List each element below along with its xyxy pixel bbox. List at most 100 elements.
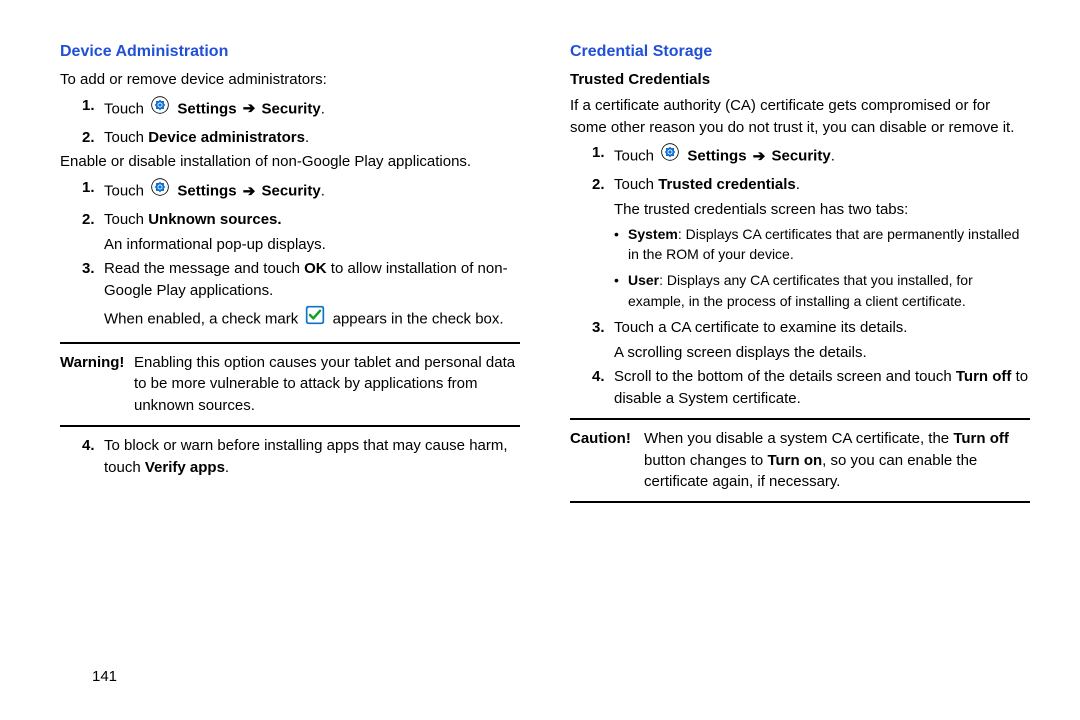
text-bold: Turn off <box>956 368 1012 385</box>
step-body: To block or warn before installing apps … <box>104 435 520 479</box>
para-intro: To add or remove device administrators: <box>60 69 520 91</box>
step-1: 1. Touch Settings ➔ Security. <box>60 95 520 124</box>
arrow-icon: ➔ <box>243 100 256 117</box>
text: : Displays CA certificates that are perm… <box>628 226 1019 262</box>
bullet-dot: • <box>614 270 628 311</box>
step-indent: An informational pop-up displays. <box>60 234 520 256</box>
divider <box>570 501 1030 503</box>
step-number: 1. <box>82 177 104 206</box>
text: . <box>796 176 800 193</box>
text-bold: Device administrators <box>148 129 305 146</box>
bullet-body: System: Displays CA certificates that ar… <box>628 224 1030 265</box>
text: Scroll to the bottom of the details scre… <box>614 368 956 385</box>
settings-icon <box>660 142 680 169</box>
subheading-trusted-credentials: Trusted Credentials <box>570 69 1030 91</box>
manual-page: Device Administration To add or remove d… <box>0 0 1080 541</box>
text: . <box>225 459 229 476</box>
step-body: Touch Settings ➔ Security. <box>104 95 520 124</box>
divider <box>60 425 520 427</box>
step-body: Touch Unknown sources. <box>104 209 520 231</box>
settings-icon <box>150 95 170 122</box>
step-1b: 1. Touch Settings ➔ Security. <box>60 177 520 206</box>
text: When you disable a system CA certificate… <box>644 430 953 447</box>
text-bold: User <box>628 272 659 288</box>
text: . <box>831 148 835 165</box>
left-column: Device Administration To add or remove d… <box>60 40 520 511</box>
bullet-user: • User: Displays any CA certificates tha… <box>570 270 1030 311</box>
step-3b: 3. Read the message and touch OK to allo… <box>60 258 520 302</box>
checkmark-icon <box>305 305 325 332</box>
step-number: 4. <box>82 435 104 479</box>
divider <box>60 342 520 344</box>
text-bold: Trusted credentials <box>658 176 796 193</box>
callout-label: Warning! <box>60 352 134 417</box>
step-body: Touch Trusted credentials. <box>614 174 1030 196</box>
text: Touch <box>104 211 148 228</box>
text: . <box>321 183 325 200</box>
step-body: Read the message and touch OK to allow i… <box>104 258 520 302</box>
para-enable-disable: Enable or disable installation of non-Go… <box>60 151 520 173</box>
warning-callout: Warning! Enabling this option causes you… <box>60 352 520 417</box>
text: Touch <box>104 129 148 146</box>
para-cert-intro: If a certificate authority (CA) certific… <box>570 95 1030 139</box>
step-r1: 1. Touch Settings ➔ Security. <box>570 142 1030 171</box>
step-4b: 4. To block or warn before installing ap… <box>60 435 520 479</box>
step-2: 2. Touch Device administrators. <box>60 127 520 149</box>
text: : Displays any CA certificates that you … <box>628 272 973 308</box>
step-indent: When enabled, a check mark appears in th… <box>60 305 520 334</box>
text-bold: Verify apps <box>145 459 225 476</box>
bullet-dot: • <box>614 224 628 265</box>
settings-icon <box>150 177 170 204</box>
step-indent: A scrolling screen displays the details. <box>570 342 1030 364</box>
right-column: Credential Storage Trusted Credentials I… <box>570 40 1030 511</box>
text-bold: Turn off <box>953 430 1009 447</box>
callout-body: When you disable a system CA certificate… <box>644 428 1030 493</box>
text: appears in the check box. <box>333 310 504 327</box>
text-bold: OK <box>304 260 327 277</box>
text: Touch <box>614 148 658 165</box>
page-number: 141 <box>92 668 117 685</box>
text-bold: Turn on <box>767 452 822 469</box>
step-number: 3. <box>82 258 104 302</box>
step-r4: 4. Scroll to the bottom of the details s… <box>570 366 1030 410</box>
step-body: Touch Device administrators. <box>104 127 520 149</box>
step-body: Scroll to the bottom of the details scre… <box>614 366 1030 410</box>
callout-body: Enabling this option causes your tablet … <box>134 352 520 417</box>
step-body: Touch a CA certificate to examine its de… <box>614 317 1030 339</box>
text: Touch <box>614 176 658 193</box>
step-number: 1. <box>592 142 614 171</box>
text: . <box>321 100 325 117</box>
text: button changes to <box>644 452 767 469</box>
step-body: Touch Settings ➔ Security. <box>614 142 1030 171</box>
step-body: Touch Settings ➔ Security. <box>104 177 520 206</box>
text-bold: Settings <box>177 100 236 117</box>
text-bold: Security <box>261 100 320 117</box>
text-bold: Settings <box>177 183 236 200</box>
text-bold: Unknown sources. <box>148 211 281 228</box>
divider <box>570 418 1030 420</box>
step-number: 2. <box>82 209 104 231</box>
step-number: 2. <box>592 174 614 196</box>
step-indent: The trusted credentials screen has two t… <box>570 199 1030 221</box>
step-number: 2. <box>82 127 104 149</box>
text: When enabled, a check mark <box>104 310 302 327</box>
bullet-system: • System: Displays CA certificates that … <box>570 224 1030 265</box>
text-bold: Security <box>771 148 830 165</box>
step-r2: 2. Touch Trusted credentials. <box>570 174 1030 196</box>
text: . <box>305 129 309 146</box>
heading-credential-storage: Credential Storage <box>570 40 1030 63</box>
callout-label: Caution! <box>570 428 644 493</box>
heading-device-administration: Device Administration <box>60 40 520 63</box>
bullet-body: User: Displays any CA certificates that … <box>628 270 1030 311</box>
text-bold: System <box>628 226 678 242</box>
arrow-icon: ➔ <box>243 183 256 200</box>
step-r3: 3. Touch a CA certificate to examine its… <box>570 317 1030 339</box>
text-bold: Settings <box>687 148 746 165</box>
text: Touch <box>104 100 148 117</box>
arrow-icon: ➔ <box>753 148 766 165</box>
text: Read the message and touch <box>104 260 304 277</box>
step-number: 1. <box>82 95 104 124</box>
step-number: 3. <box>592 317 614 339</box>
step-number: 4. <box>592 366 614 410</box>
text: Touch <box>104 183 148 200</box>
